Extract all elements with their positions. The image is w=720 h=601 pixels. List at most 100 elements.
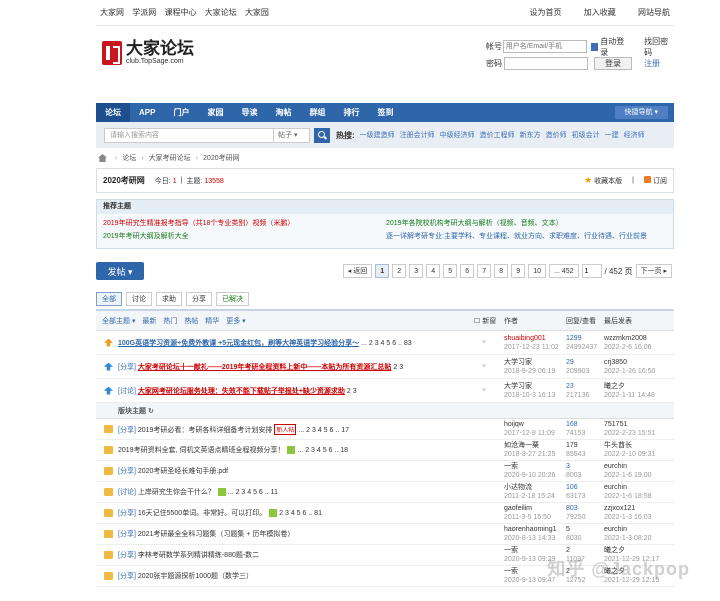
filter-tab[interactable]: 分享 (186, 292, 212, 306)
favorite-board-button[interactable]: ★ 收藏本版 (584, 175, 622, 186)
pin-category-icon (104, 362, 113, 371)
nav-item[interactable]: 论坛 (96, 103, 130, 122)
sort-option[interactable]: 热帖 (184, 318, 198, 325)
site-nav-link[interactable]: 网站导航 (638, 8, 670, 17)
topic-title[interactable]: [分享] 2020考研圣经长难句手册.pdf (118, 466, 473, 476)
topic-title[interactable]: [分享] 2019考研必看：考研各科详细备考计划安排 新人帖 ... 2 3 4 … (118, 423, 473, 435)
topic-title[interactable]: [分享] 16天记住5500单词。非常好。可以打印。 2 3 4 5 6 .. … (118, 508, 473, 518)
site-logo[interactable]: 大家论坛 club.TopSage.com (102, 40, 194, 66)
sort-option[interactable]: 最新 (142, 318, 156, 325)
topic-title[interactable]: [讨论] 上岸研究生你会干什么？ ... 2 3 4 5 6 .. 11 (118, 487, 473, 497)
page-number[interactable]: 5 (443, 264, 458, 278)
nav-item[interactable]: 签到 (368, 103, 402, 122)
quick-nav-dropdown[interactable]: 快捷导航 ▾ (614, 106, 668, 119)
table-row[interactable]: [分享] 16天记住5500单词。非常好。可以打印。 2 3 4 5 6 .. … (96, 503, 674, 524)
table-row[interactable]: [分享] 大家考研论坛十一献礼——2019年考研全程资料上新中——本贴为所有资源… (96, 355, 674, 379)
page-number[interactable]: 2 (392, 264, 407, 278)
search-input[interactable]: 请输入搜索内容 (104, 127, 274, 143)
hot-keyword[interactable]: 造价师 (546, 130, 567, 140)
table-row[interactable]: [讨论] 上岸研究生你会干什么？ ... 2 3 4 5 6 .. 11 小达物… (96, 482, 674, 503)
topic-title[interactable]: 2019考研资料全套, 伺机文英语点睛班全程视频分享！ ... 2 3 4 5 … (118, 445, 473, 455)
topic-title[interactable]: [讨论] 大家网考研论坛服务处理：失效不能下载贴子举报处+缺少资源求助 2 3 (118, 386, 473, 396)
topic-title[interactable]: [分享] 李林考研数学系列精讲精练-880题-数二 (118, 550, 473, 560)
filter-tab[interactable]: 求助 (156, 292, 182, 306)
hot-keyword[interactable]: 初级会计 (572, 130, 600, 140)
next-page-button[interactable]: 下一页 ▸ (635, 264, 672, 278)
nav-item[interactable]: 淘帖 (266, 103, 300, 122)
nav-item[interactable]: 门户 (164, 103, 198, 122)
table-row[interactable]: 2019考研资料全套, 伺机文英语点睛班全程视频分享！ ... 2 3 4 5 … (96, 440, 674, 461)
top-link[interactable]: 大家网 (100, 8, 124, 17)
recommended-link[interactable]: 2019年考研大纲及解析大全 (103, 231, 386, 241)
topic-title[interactable]: [分享] 2020张宇题源探析1000题（数学三） (118, 571, 473, 581)
top-link[interactable]: 大家论坛 (205, 8, 237, 17)
nav-item[interactable]: 家园 (198, 103, 232, 122)
hot-keyword[interactable]: 造价工程师 (480, 130, 515, 140)
hot-keyword[interactable]: 经济师 (624, 130, 645, 140)
hot-keyword[interactable]: 中级经济师 (440, 130, 475, 140)
forgot-password-link[interactable]: 找回密码 (644, 36, 674, 58)
top-link[interactable]: 课程中心 (164, 8, 196, 17)
recommended-link[interactable]: 2019年研究生精准报考指导（共18个专业类别）视频（米鹏） (103, 218, 386, 228)
home-icon[interactable] (98, 154, 107, 162)
register-link[interactable]: 注册 (644, 58, 660, 69)
page-jump-input[interactable] (581, 264, 602, 278)
nav-item[interactable]: 群组 (300, 103, 334, 122)
password-input[interactable] (504, 57, 588, 70)
hot-keyword[interactable]: 注册会计师 (400, 130, 435, 140)
prev-page-button[interactable]: ◂ 返回 (342, 264, 373, 278)
filter-tab[interactable]: 全部 (96, 292, 122, 306)
sort-option[interactable]: 更多 ▾ (226, 318, 245, 325)
table-row[interactable]: [分享] 2021考研最全全科习题集（习题集 + 历年模拟卷） haorenha… (96, 524, 674, 545)
page-number[interactable]: 7 (477, 264, 492, 278)
sort-option[interactable]: 精华 (205, 318, 219, 325)
new-window-toggle[interactable]: ☐ 新窗 (474, 316, 496, 326)
breadcrumb-item[interactable]: 2020考研网 (203, 153, 240, 163)
page-number[interactable]: 10 (528, 264, 547, 278)
login-button[interactable]: 登录 (594, 57, 632, 70)
breadcrumb-item[interactable]: 论坛 (122, 153, 136, 163)
top-link[interactable]: 学派网 (132, 8, 156, 17)
page-number[interactable]: 6 (460, 264, 475, 278)
hot-keyword[interactable]: 一建 (605, 130, 619, 140)
table-row[interactable]: [讨论] 大家网考研论坛服务处理：失效不能下载贴子举报处+缺少资源求助 2 3 … (96, 379, 674, 403)
search-button[interactable] (314, 127, 330, 143)
nav-item[interactable]: APP (130, 103, 164, 122)
last-post-column: 最后发表 (604, 317, 632, 325)
auto-login-checkbox[interactable] (590, 42, 599, 51)
topic-title[interactable]: [分享] 2021考研最全全科习题集（习题集 + 历年模拟卷） (118, 529, 473, 539)
page-number[interactable]: 9 (511, 264, 526, 278)
close-icon[interactable]: × (482, 387, 486, 394)
sort-option[interactable]: 热门 (163, 318, 177, 325)
recommended-link[interactable]: 2019年各院校机构考研大纲与解析（视频、音频、文本） (386, 218, 669, 228)
filter-tab[interactable]: 讨论 (126, 292, 152, 306)
table-row[interactable]: [分享] 2019考研必看：考研各科详细备考计划安排 新人帖 ... 2 3 4 … (96, 419, 674, 440)
page-number[interactable]: 3 (409, 264, 424, 278)
add-favorite-link[interactable]: 加入收藏 (584, 8, 616, 17)
sort-option[interactable]: 全部主题 ▾ (102, 318, 135, 325)
last-page[interactable]: ... 452 (549, 264, 579, 278)
hot-keyword[interactable]: 一级建造师 (360, 130, 395, 140)
page-number[interactable]: 4 (426, 264, 441, 278)
table-row[interactable]: 100G英语学习资源+免费外教课 +5元现金红包，刷等大神英语学习经验分享～ .… (96, 331, 674, 355)
table-row[interactable]: [分享] 2020考研圣经长难句手册.pdf 一索 2020-9-10 20:26… (96, 461, 674, 482)
hot-keyword[interactable]: 新东方 (520, 130, 541, 140)
set-homepage-link[interactable]: 设为首页 (530, 8, 562, 17)
top-link[interactable]: 大家园 (245, 8, 269, 17)
folder-icon (104, 425, 113, 433)
close-icon[interactable]: × (482, 339, 486, 346)
page-number[interactable]: 1 (375, 264, 390, 278)
search-scope-select[interactable]: 帖子 ▾ (274, 127, 310, 143)
breadcrumb-item[interactable]: 大家考研论坛 (149, 153, 191, 163)
topic-title[interactable]: [分享] 大家考研论坛十一献礼——2019年考研全程资料上新中——本贴为所有资源… (118, 362, 473, 372)
recommended-link[interactable]: 逐一详解考研专业:主要学科、专业课程、就业方向、求职难度、行业待遇、行业前景 (386, 231, 669, 241)
nav-item[interactable]: 排行 (334, 103, 368, 122)
new-post-button[interactable]: 发帖 ▾ (96, 262, 144, 280)
account-input[interactable] (502, 40, 587, 53)
nav-item[interactable]: 导读 (232, 103, 266, 122)
close-icon[interactable]: × (482, 363, 486, 370)
filter-tab[interactable]: 已解决 (216, 292, 249, 306)
page-number[interactable]: 8 (494, 264, 509, 278)
topic-title[interactable]: 100G英语学习资源+免费外教课 +5元现金红包，刷等大神英语学习经验分享～ .… (118, 338, 473, 348)
subscribe-button[interactable]: 订阅 (644, 175, 667, 186)
